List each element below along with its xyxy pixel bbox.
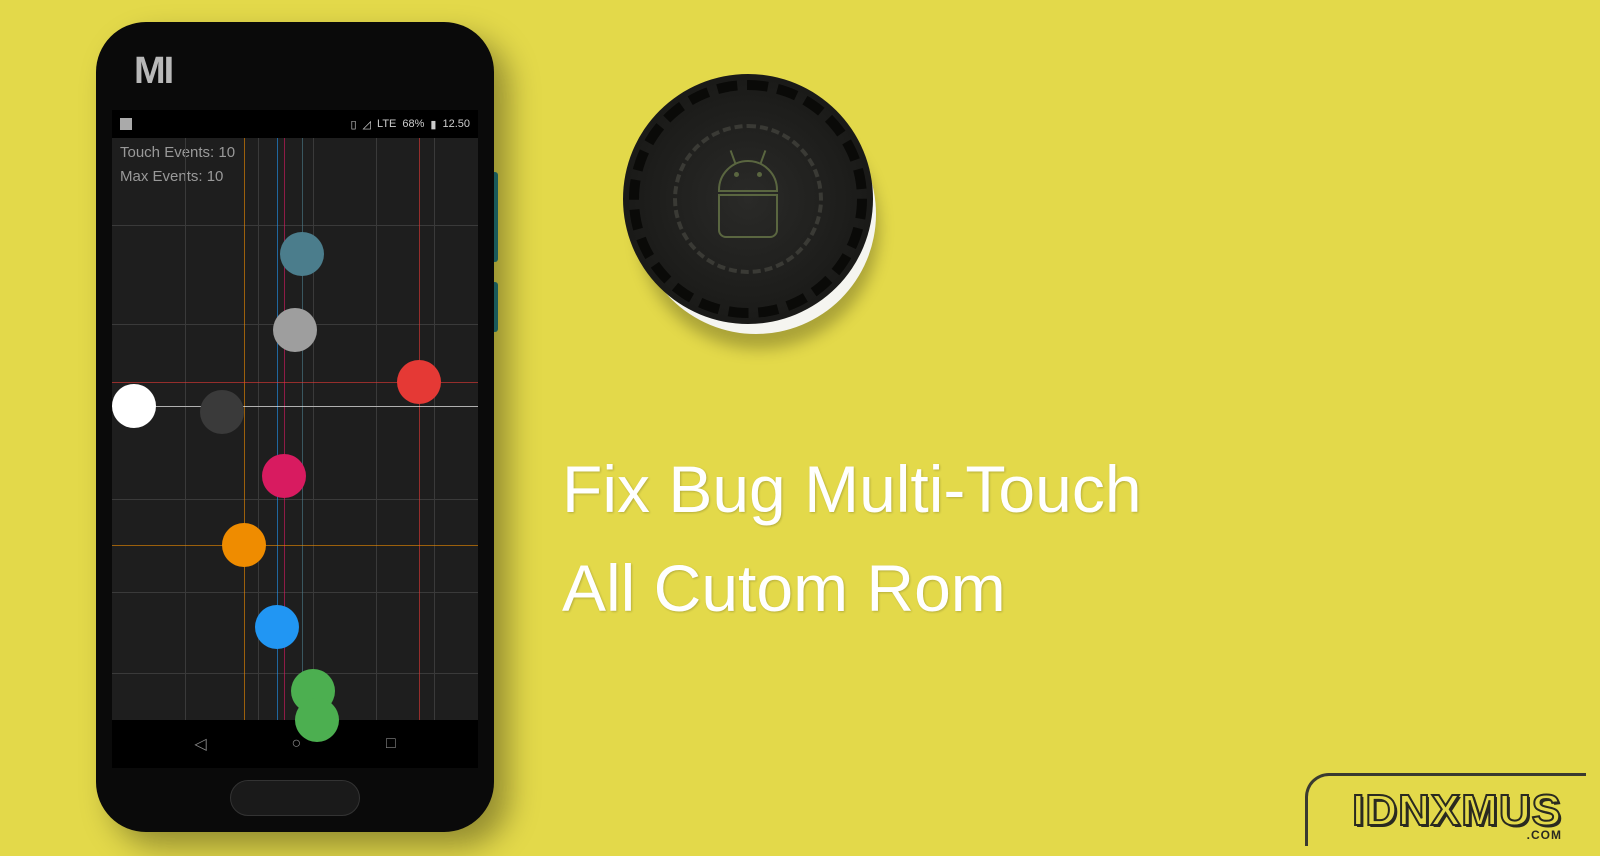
touch-point-gray-light bbox=[273, 308, 317, 352]
signal-icon: ◿ bbox=[363, 118, 371, 131]
phone-brand-logo: MI bbox=[134, 50, 172, 93]
site-watermark: IDNXMUS .COM bbox=[1305, 773, 1586, 846]
touch-point-orange bbox=[222, 523, 266, 567]
android-nav-bar: ◁ ○ □ bbox=[112, 720, 478, 768]
nav-home-icon[interactable]: ○ bbox=[291, 735, 301, 753]
nav-back-icon[interactable]: ◁ bbox=[194, 734, 206, 754]
main-title: Fix Bug Multi-Touch All Cutom Rom bbox=[562, 440, 1142, 638]
nav-recents-icon[interactable]: □ bbox=[386, 735, 396, 753]
touch-point-pink bbox=[262, 454, 306, 498]
touch-point-red bbox=[397, 360, 441, 404]
touch-test-area[interactable]: Touch Events: 10 Max Events: 10 bbox=[112, 138, 478, 720]
android-robot-icon bbox=[718, 160, 778, 192]
touch-point-teal bbox=[280, 232, 324, 276]
battery-percent: 68% bbox=[402, 118, 424, 130]
vibrate-icon: ▯ bbox=[350, 118, 356, 131]
phone-power-button bbox=[494, 282, 498, 332]
clock: 12.50 bbox=[442, 118, 470, 130]
title-line-2: All Cutom Rom bbox=[562, 539, 1142, 638]
touch-events-label: Touch Events: 10 bbox=[120, 144, 235, 161]
touch-point-white bbox=[112, 384, 156, 428]
title-line-1: Fix Bug Multi-Touch bbox=[562, 440, 1142, 539]
touch-point-blue bbox=[255, 605, 299, 649]
notification-icon bbox=[120, 118, 132, 130]
phone-home-button[interactable] bbox=[230, 780, 360, 816]
max-events-label: Max Events: 10 bbox=[120, 168, 223, 185]
android-oreo-icon bbox=[620, 74, 880, 334]
touch-point-green2 bbox=[295, 698, 339, 742]
touch-point-gray-dark bbox=[200, 390, 244, 434]
phone-volume-button bbox=[494, 172, 498, 262]
status-bar: ▯ ◿ LTE 68% ▮ 12.50 bbox=[112, 110, 478, 138]
signal-label: LTE bbox=[377, 118, 396, 130]
phone-mockup: MI ▯ ◿ LTE 68% ▮ 12.50 Touch Events: 10 … bbox=[96, 22, 494, 832]
battery-icon: ▮ bbox=[430, 118, 436, 131]
phone-screen: ▯ ◿ LTE 68% ▮ 12.50 Touch Events: 10 Max… bbox=[112, 110, 478, 768]
